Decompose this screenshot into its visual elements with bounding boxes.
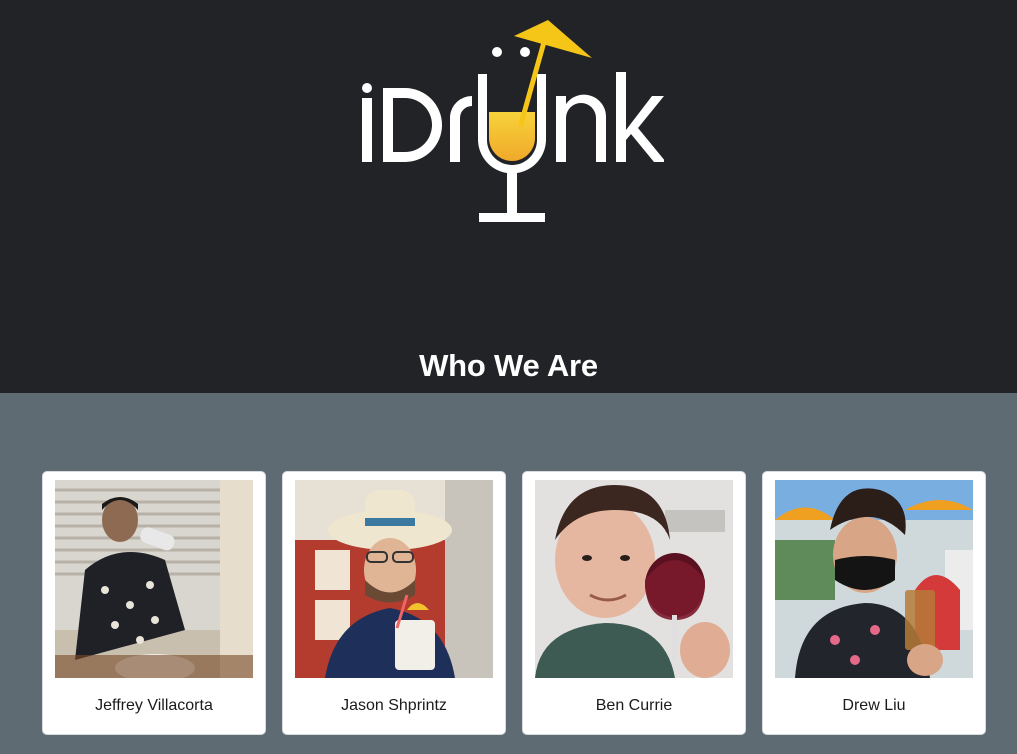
team-card[interactable]: Ben Currie xyxy=(522,471,746,735)
team-card[interactable]: Drew Liu xyxy=(762,471,986,735)
page-title: Who We Are xyxy=(419,348,598,383)
page-header: Who We Are xyxy=(0,0,1017,393)
team-member-name: Jason Shprintz xyxy=(341,697,447,714)
team-card[interactable]: Jason Shprintz xyxy=(282,471,506,735)
team-card[interactable]: Jeffrey Villacorta xyxy=(42,471,266,735)
idrunk-logo[interactable] xyxy=(352,14,664,234)
team-photo xyxy=(295,480,493,678)
team-photo xyxy=(55,480,253,678)
team-photo xyxy=(775,480,973,678)
team-member-name: Ben Currie xyxy=(595,697,673,714)
team-photo xyxy=(535,480,733,678)
team-section: Jeffrey Villacorta Jason Shprintz Ben Cu… xyxy=(0,393,1017,754)
team-member-name: Jeffrey Villacorta xyxy=(95,697,213,714)
team-member-name: Drew Liu xyxy=(842,697,906,714)
